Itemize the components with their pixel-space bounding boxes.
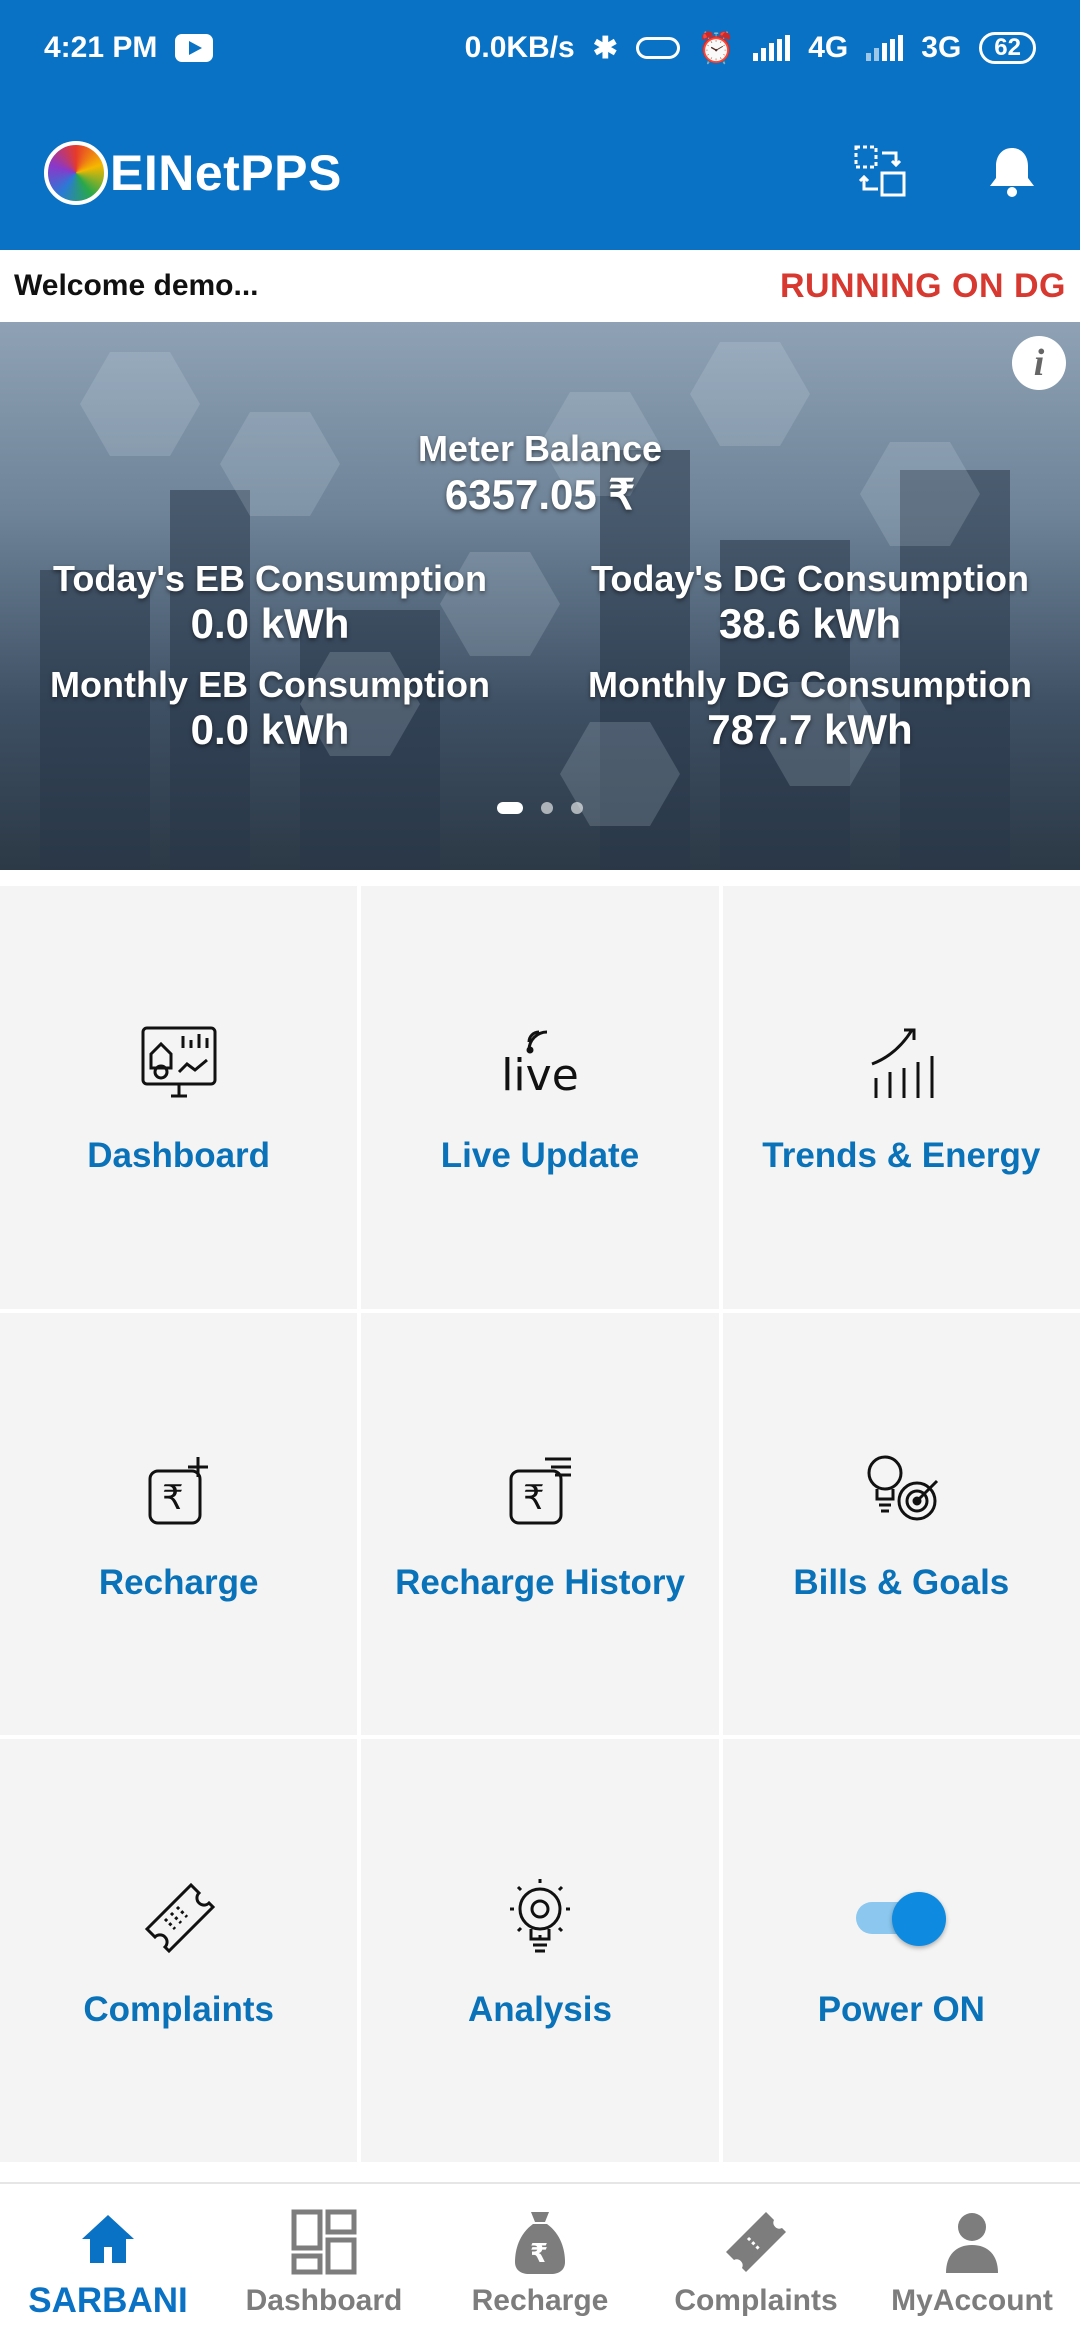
feature-grid: Dashboard live Live Update Trends & Ener… (0, 886, 1080, 2162)
consumption-banner[interactable]: i Meter Balance 6357.05 ₹ Today's EB Con… (0, 322, 1080, 870)
network-speed: 0.0KB/s (464, 31, 575, 64)
tile-bills-goals[interactable]: Bills & Goals (722, 1312, 1080, 1736)
nav-label: SARBANI (28, 2281, 188, 2320)
meter-balance-value: 6357.05 ₹ (444, 471, 636, 518)
todays-eb-label: Today's EB Consumption (53, 558, 487, 599)
carousel-dot-2[interactable] (541, 802, 553, 814)
tile-complaints[interactable]: Complaints (0, 1739, 358, 2162)
tile-label: Bills & Goals (793, 1562, 1010, 1602)
monthly-dg-value: 787.7 kWh (707, 706, 913, 753)
todays-dg-label: Today's DG Consumption (591, 558, 1029, 599)
person-icon (936, 2206, 1008, 2278)
app-title: EINetPPS (110, 145, 342, 201)
tile-label: Complaints (83, 1989, 274, 2029)
tile-recharge[interactable]: ₹ Recharge (0, 1312, 358, 1736)
carousel-indicator (0, 802, 1080, 814)
todays-dg-block: Today's DG Consumption 38.6 kWh (560, 558, 1060, 648)
status-time: 4:21 PM (44, 31, 158, 64)
youtube-notification-icon (175, 34, 214, 62)
alarm-icon: ⏰ (697, 31, 736, 65)
nav-item-recharge[interactable]: ₹ Recharge (432, 2184, 648, 2340)
power-source-status: RUNNING ON DG (779, 266, 1066, 305)
bluetooth-icon: ✱ (592, 31, 618, 65)
tile-dashboard[interactable]: Dashboard (0, 886, 358, 1309)
live-icon: live (495, 1018, 585, 1108)
app-logo-icon (44, 141, 108, 205)
dashboard-icon (288, 2206, 360, 2278)
status-bar: 4:21 PM 0.0KB/s ✱ ⏰ 4G 3G 62 (0, 0, 1080, 96)
monthly-eb-label: Monthly EB Consumption (50, 664, 490, 705)
signal-strength-icon (753, 35, 791, 61)
monthly-eb-block: Monthly EB Consumption 0.0 kWh (20, 664, 520, 754)
meter-balance-label: Meter Balance (417, 428, 663, 469)
tile-label: Analysis (468, 1989, 612, 2029)
ticket-icon (720, 2206, 792, 2278)
switch-meter-icon[interactable] (852, 143, 908, 204)
toggle-knob (892, 1891, 947, 1946)
nav-item-home[interactable]: SARBANI (0, 2184, 216, 2340)
info-icon[interactable]: i (1012, 336, 1066, 390)
bottom-navigation: SARBANI Dashboard ₹ Recharge Complaints … (0, 2182, 1080, 2340)
monthly-eb-value: 0.0 kWh (190, 706, 350, 753)
tile-analysis[interactable]: Analysis (361, 1739, 719, 2162)
tile-trends-energy[interactable]: Trends & Energy (722, 886, 1080, 1309)
welcome-text: Welcome demo... (14, 269, 259, 302)
svg-text:₹: ₹ (530, 2239, 548, 2269)
ticket-icon (134, 1872, 224, 1962)
live-icon-text: live (501, 1050, 579, 1102)
bulb-target-icon (856, 1445, 946, 1535)
tile-label: Recharge History (395, 1562, 685, 1602)
nav-label: MyAccount (891, 2284, 1053, 2317)
network-type-2: 3G (921, 31, 962, 64)
home-icon (72, 2203, 144, 2275)
rupee-add-icon: ₹ (134, 1445, 224, 1535)
tile-live-update[interactable]: live Live Update (361, 886, 719, 1309)
network-type-1: 4G (808, 31, 849, 64)
carousel-dot-3[interactable] (571, 802, 583, 814)
svg-text:₹: ₹ (162, 1478, 184, 1518)
nav-item-complaints[interactable]: Complaints (648, 2184, 864, 2340)
meter-balance-block: Meter Balance 6357.05 ₹ (340, 428, 740, 519)
welcome-strip: Welcome demo... RUNNING ON DG (0, 250, 1080, 322)
nav-label: Complaints (674, 2284, 838, 2317)
nav-item-myaccount[interactable]: MyAccount (864, 2184, 1080, 2340)
toggle-on-icon[interactable] (856, 1872, 947, 1962)
monthly-dg-block: Monthly DG Consumption 787.7 kWh (560, 664, 1060, 754)
tile-label: Power ON (817, 1989, 985, 2029)
monthly-dg-label: Monthly DG Consumption (588, 664, 1032, 705)
tile-label: Recharge (98, 1562, 259, 1602)
todays-eb-value: 0.0 kWh (190, 600, 350, 647)
carousel-dot-1[interactable] (497, 802, 523, 814)
signal-strength-2-icon (866, 35, 904, 61)
nav-item-dashboard[interactable]: Dashboard (216, 2184, 432, 2340)
tile-power-on[interactable]: Power ON (722, 1739, 1080, 2162)
power-toggle[interactable] (856, 1891, 947, 1946)
money-bag-icon: ₹ (504, 2206, 576, 2278)
tile-label: Live Update (440, 1136, 640, 1176)
app-bar: EINetPPS (0, 96, 1080, 250)
battery-indicator: 62 (979, 32, 1036, 64)
tile-label: Trends & Energy (762, 1136, 1041, 1176)
trend-chart-icon (856, 1018, 946, 1108)
nav-label: Recharge (471, 2284, 609, 2317)
vibrate-icon (635, 37, 680, 59)
todays-eb-block: Today's EB Consumption 0.0 kWh (20, 558, 520, 648)
tile-label: Dashboard (87, 1136, 271, 1176)
bulb-gear-icon (495, 1872, 585, 1962)
tile-recharge-history[interactable]: ₹ Recharge History (361, 1312, 719, 1736)
todays-dg-value: 38.6 kWh (718, 600, 902, 647)
notification-bell-icon[interactable] (988, 144, 1036, 203)
nav-label: Dashboard (245, 2284, 403, 2317)
rupee-history-icon: ₹ (495, 1445, 585, 1535)
dashboard-monitor-icon (134, 1018, 224, 1108)
svg-text:₹: ₹ (523, 1478, 545, 1518)
